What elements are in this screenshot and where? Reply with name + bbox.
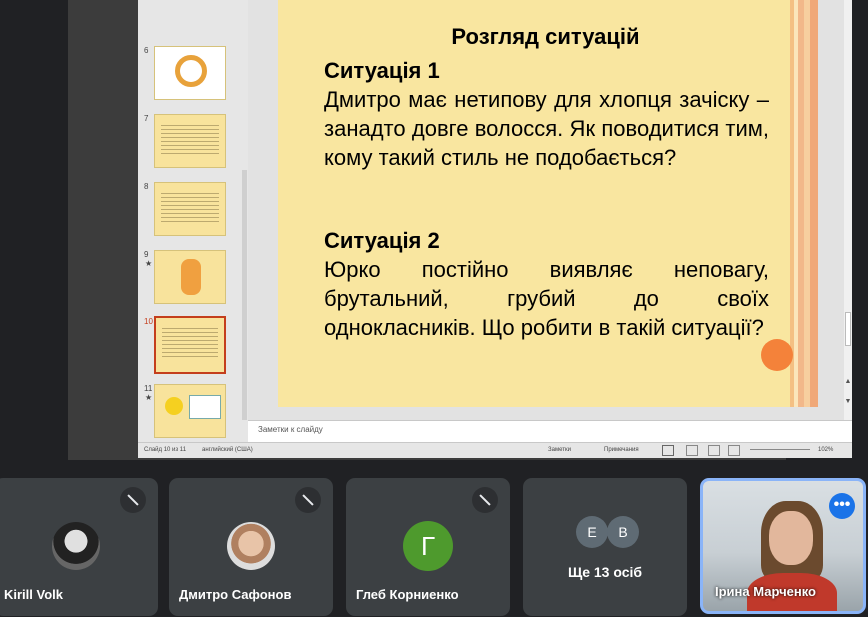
thumb-num: 7: [144, 114, 149, 123]
reading-view-icon[interactable]: [708, 445, 720, 456]
zoom-level[interactable]: 102%: [818, 447, 833, 453]
participant-name: Глеб Корниенко: [356, 587, 459, 602]
normal-view-icon[interactable]: [662, 445, 674, 456]
shared-screen: 6 7 8 9 ★ 10 11 ★ Розгляд ситуацій Ситуа…: [68, 0, 852, 460]
situation-1: Ситуація 1 Дмитро має нетипову для хлопц…: [324, 56, 769, 172]
slide-thumbnail-8[interactable]: [154, 182, 226, 236]
avatar: [52, 522, 100, 570]
thumb-num: 8: [144, 182, 149, 191]
participant-tile[interactable]: Kirill Volk: [0, 478, 158, 616]
situation-2-heading: Ситуація 2: [324, 228, 440, 253]
notes-button[interactable]: Заметки: [548, 447, 571, 453]
thumb-num: 6: [144, 46, 149, 55]
more-participants-label: Ще 13 осіб: [567, 564, 643, 580]
slideshow-icon[interactable]: [728, 445, 740, 456]
smiley-icon: [165, 397, 183, 415]
heart-card-icon: [189, 395, 221, 419]
chevron-up-icon[interactable]: ▲: [844, 378, 852, 385]
avatar-initial: B: [607, 516, 639, 548]
child-figure-icon: [181, 259, 201, 295]
slide-editor: Розгляд ситуацій Ситуація 1 Дмитро має н…: [248, 0, 844, 420]
thumb-num: 9: [144, 250, 149, 259]
zoom-slider[interactable]: [750, 449, 810, 450]
avatar: [227, 522, 275, 570]
situation-2: Ситуація 2 Юрко постійно виявляє неповаг…: [324, 226, 769, 342]
slide-thumbnail-9[interactable]: [154, 250, 226, 304]
slide-counter: Слайд 10 из 11: [144, 447, 187, 453]
animation-star-icon: ★: [145, 393, 153, 402]
thumb-num: 10: [144, 317, 153, 326]
situation-2-text: Юрко постійно виявляє неповагу, брутальн…: [324, 257, 769, 340]
participant-name: Дмитро Сафонов: [179, 587, 292, 602]
current-slide: Розгляд ситуацій Ситуація 1 Дмитро має н…: [278, 0, 818, 407]
slide-scrollbar[interactable]: ▲ ▼: [844, 0, 852, 420]
slide-title: Розгляд ситуацій: [451, 24, 640, 49]
situation-1-text: Дмитро має нетипову для хлопця зачіску –…: [324, 87, 769, 170]
status-bar: Слайд 10 из 11 английский (США) Заметки …: [138, 442, 852, 458]
animation-star-icon: ★: [145, 259, 153, 268]
language-label[interactable]: английский (США): [202, 447, 253, 453]
participant-name: Kirill Volk: [4, 587, 63, 602]
comments-button[interactable]: Примечания: [604, 447, 639, 453]
slide-thumbnail-11[interactable]: [154, 384, 226, 438]
mic-off-icon: [472, 487, 498, 513]
decorative-stripes: [790, 0, 818, 407]
person-face: [769, 511, 813, 565]
slide-thumbnail-6[interactable]: [154, 46, 226, 100]
participant-tile[interactable]: Г Глеб Корниенко: [346, 478, 510, 616]
chevron-down-icon[interactable]: ▼: [844, 398, 852, 405]
more-options-icon[interactable]: •••: [829, 493, 855, 519]
situation-1-heading: Ситуація 1: [324, 58, 440, 83]
avatar-initial: Г: [403, 521, 453, 571]
slide-thumbnail-7[interactable]: [154, 114, 226, 168]
mic-off-icon: [295, 487, 321, 513]
thumb-num: 11: [144, 384, 153, 393]
notes-pane[interactable]: Заметки к слайду: [248, 420, 852, 442]
sorter-view-icon[interactable]: [686, 445, 698, 456]
scrollbar-thumb[interactable]: [845, 312, 851, 346]
circle-diagram-icon: [175, 55, 207, 87]
participant-name: Ірина Марченко: [715, 584, 816, 599]
presentation-window: 6 7 8 9 ★ 10 11 ★ Розгляд ситуацій Ситуа…: [138, 0, 852, 458]
participant-tile[interactable]: Дмитро Сафонов: [169, 478, 333, 616]
self-video-tile[interactable]: ••• Ірина Марченко: [700, 478, 866, 614]
slide-thumbnail-10[interactable]: [154, 316, 226, 374]
slide-thumbnails-panel[interactable]: 6 7 8 9 ★ 10 11 ★: [138, 0, 249, 442]
mic-off-icon: [120, 487, 146, 513]
avatar-initial: E: [576, 516, 608, 548]
orange-dot: [761, 339, 793, 371]
more-participants-tile[interactable]: E B Ще 13 осіб: [523, 478, 687, 616]
notes-placeholder: Заметки к слайду: [258, 425, 323, 434]
thumbnails-scrollbar[interactable]: [242, 170, 247, 420]
